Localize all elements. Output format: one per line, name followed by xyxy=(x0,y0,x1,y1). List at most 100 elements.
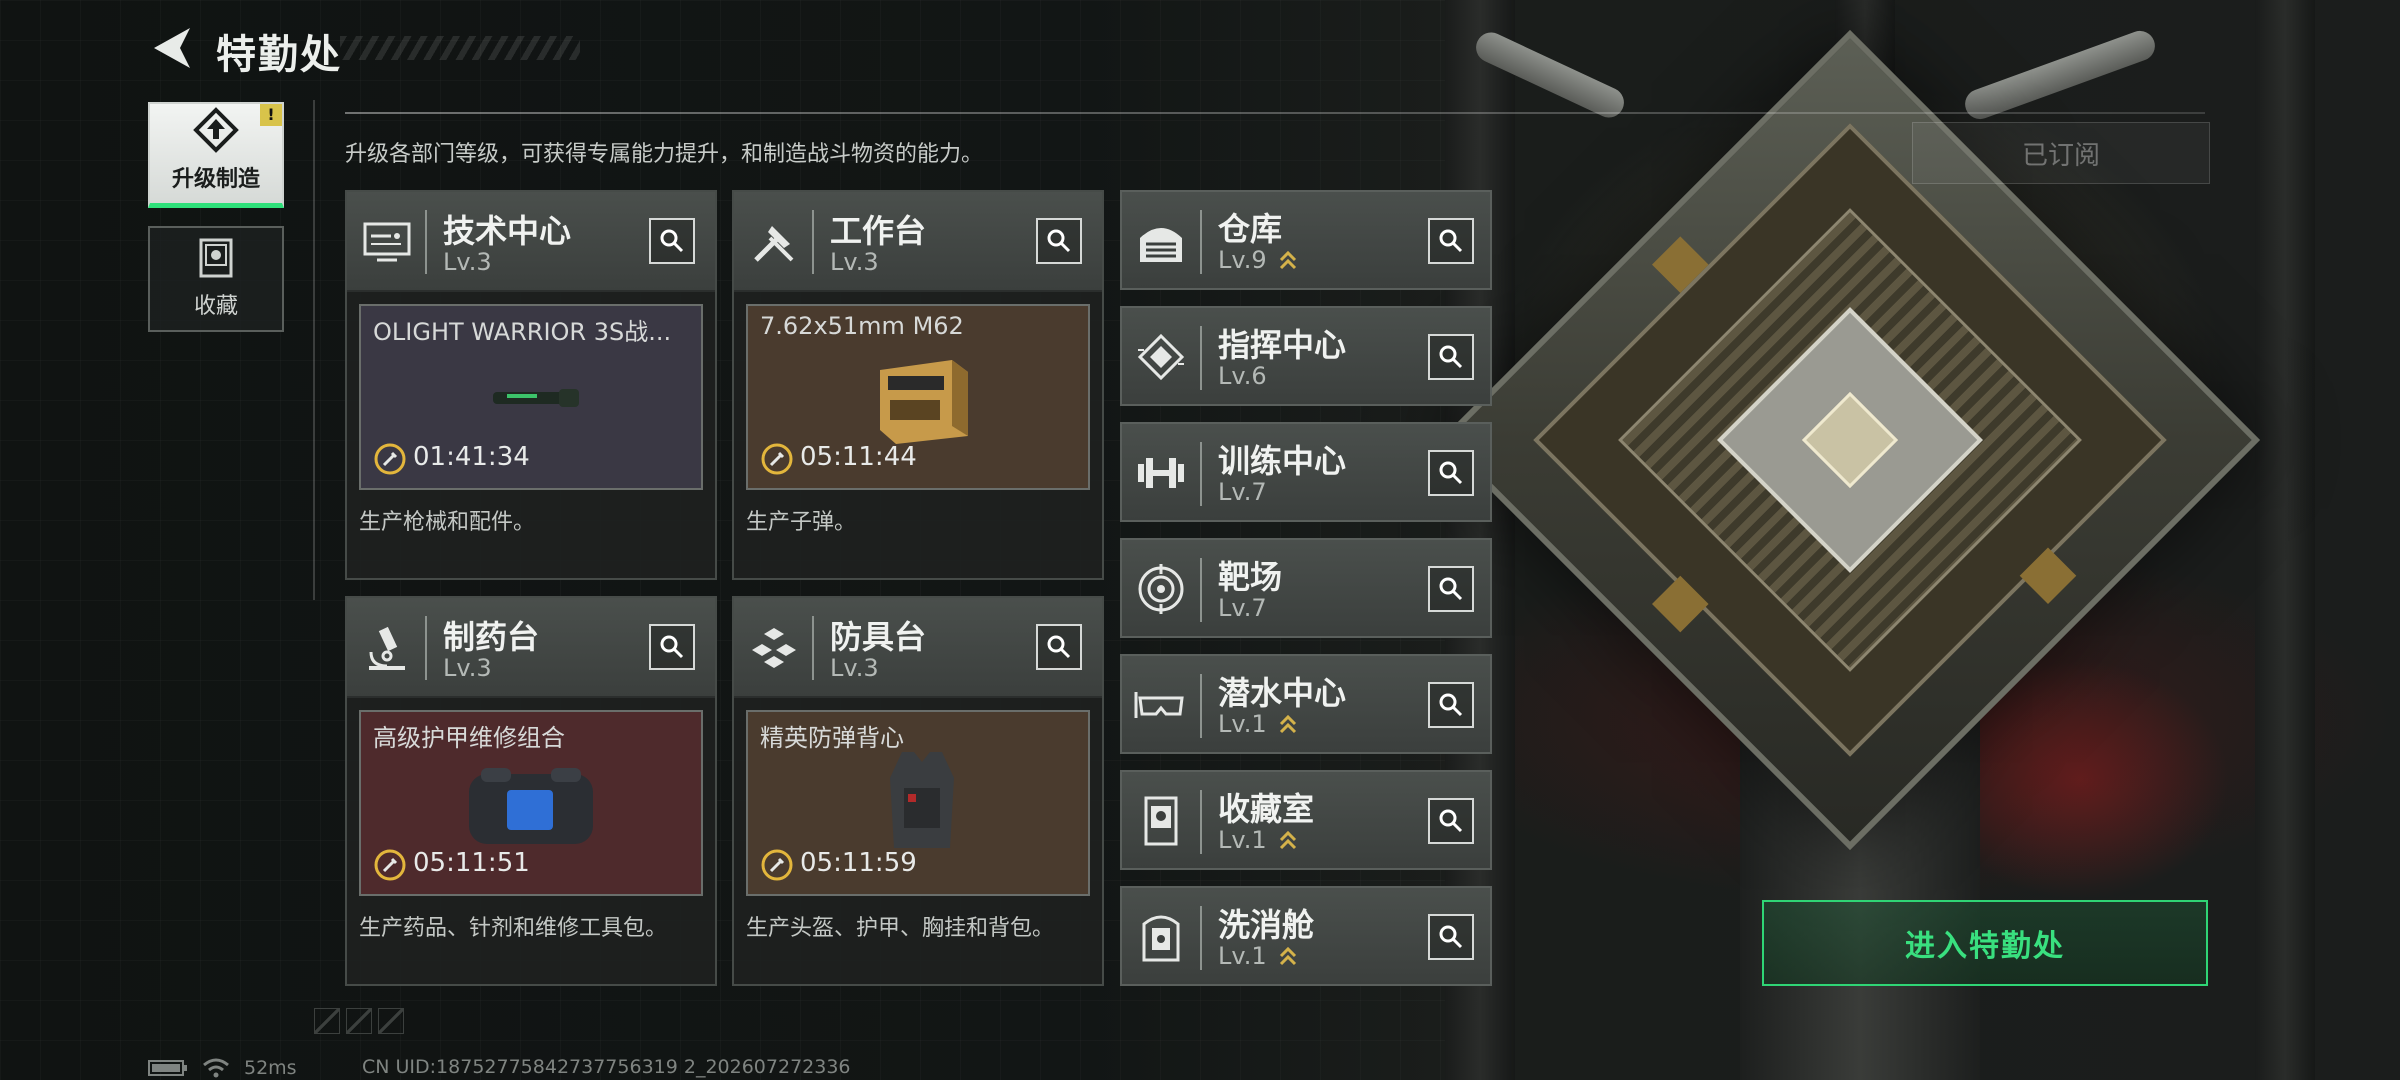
diving-mask-icon xyxy=(1134,692,1184,718)
inspect-button[interactable] xyxy=(1428,682,1474,728)
production-slot[interactable]: 高级护甲维修组合 05:11:51 xyxy=(359,710,703,896)
dept-level: Lv.6 xyxy=(1218,362,1267,390)
dept-name: 工作台 xyxy=(830,212,927,250)
tools-icon xyxy=(754,226,794,262)
ping-value: 52ms xyxy=(244,1057,297,1079)
upgrade-icon xyxy=(193,107,239,153)
nav-label: 收藏 xyxy=(193,294,238,319)
dept-card-command-center[interactable]: 指挥中心 Lv.6 xyxy=(1120,306,1492,406)
divider xyxy=(345,112,2205,114)
subscribe-button[interactable]: 已订阅 xyxy=(1912,122,2210,184)
dept-description: 生产枪械和配件。 xyxy=(359,510,536,535)
page-title: 特勤处 xyxy=(216,32,342,78)
flashlight-item-image xyxy=(493,389,579,407)
search-icon xyxy=(1439,693,1463,717)
dept-description: 生产头盔、护甲、胸挂和背包。 xyxy=(746,916,1055,941)
inspect-button[interactable] xyxy=(1428,914,1474,960)
item-name: 7.62x51mm M62 xyxy=(760,312,964,340)
battery-icon xyxy=(148,1060,187,1076)
crafting-timer-icon xyxy=(761,443,793,475)
dept-card-armor-bench: 防具台 Lv.3 精英防弹背心 05:11:59 生产头盔、护甲、胸挂和背包。 xyxy=(732,596,1104,986)
dept-card-collection-room[interactable]: 收藏室 Lv.1 xyxy=(1120,770,1492,870)
dept-card-shooting-range[interactable]: 靶场 Lv.7 xyxy=(1120,538,1492,638)
dumbbell-icon xyxy=(1138,458,1184,488)
production-slot[interactable]: 精英防弹背心 05:11:59 xyxy=(746,710,1090,896)
dept-level: Lv.7 xyxy=(1218,478,1267,506)
search-icon xyxy=(660,635,684,659)
dept-description: 生产子弹。 xyxy=(746,510,857,535)
dept-level: Lv.1 xyxy=(1218,826,1267,854)
nav-tab-upgrade[interactable]: ! 升级制造 xyxy=(148,102,284,208)
crafting-timer-icon xyxy=(374,443,406,475)
search-icon xyxy=(660,229,684,253)
inspect-button[interactable] xyxy=(1428,334,1474,380)
back-arrow-icon[interactable] xyxy=(150,24,194,72)
dept-name: 潜水中心 xyxy=(1218,674,1347,712)
dept-card-diving-center[interactable]: 潜水中心 Lv.1 xyxy=(1120,654,1492,754)
dept-name: 技术中心 xyxy=(443,212,572,250)
search-icon xyxy=(1439,577,1463,601)
inspect-button[interactable] xyxy=(1428,218,1474,264)
dept-card-training-center[interactable]: 训练中心 Lv.7 xyxy=(1120,422,1492,522)
command-chip-icon xyxy=(1137,333,1185,381)
dept-card-decontamination[interactable]: 洗消舱 Lv.1 xyxy=(1120,886,1492,986)
warehouse-icon xyxy=(1140,228,1182,262)
dept-name: 训练中心 xyxy=(1218,442,1347,480)
crafting-timer: 05:11:51 xyxy=(413,848,530,878)
inspect-button[interactable] xyxy=(1036,218,1082,264)
status-bar: 52ms xyxy=(148,1056,297,1080)
search-icon xyxy=(1439,345,1463,369)
dept-name: 洗消舱 xyxy=(1218,906,1315,944)
dept-name: 指挥中心 xyxy=(1218,326,1347,364)
dept-card-tech-center: 技术中心 Lv.3 OLIGHT WARRIOR 3S战... 01:41:34… xyxy=(345,190,717,580)
inspect-button[interactable] xyxy=(649,624,695,670)
upgrade-available-icon xyxy=(1279,714,1297,734)
armor-blocks-icon xyxy=(752,628,796,668)
search-icon xyxy=(1047,635,1071,659)
search-icon xyxy=(1439,809,1463,833)
decontamination-icon xyxy=(1142,915,1180,962)
crafting-timer: 01:41:34 xyxy=(413,442,530,472)
dept-name: 收藏室 xyxy=(1218,790,1315,828)
dept-level: Lv.9 xyxy=(1218,246,1267,274)
item-name: 高级护甲维修组合 xyxy=(373,724,565,752)
inspect-button[interactable] xyxy=(649,218,695,264)
crafting-timer: 05:11:44 xyxy=(800,442,917,472)
dept-level: Lv.3 xyxy=(830,248,879,276)
divider xyxy=(313,100,315,600)
body-armor-vest-item-image xyxy=(890,752,954,848)
crafting-timer-icon xyxy=(761,849,793,881)
alert-badge: ! xyxy=(260,104,282,126)
search-icon xyxy=(1439,229,1463,253)
dept-level: Lv.3 xyxy=(830,654,879,682)
dept-description: 生产药品、针剂和维修工具包。 xyxy=(359,916,668,941)
production-slot[interactable]: 7.62x51mm M62 05:11:44 xyxy=(746,304,1090,490)
nav-label: 升级制造 xyxy=(171,167,260,192)
inspect-button[interactable] xyxy=(1428,450,1474,496)
enter-special-ops-button[interactable]: 进入特勤处 xyxy=(1762,900,2208,986)
production-slot[interactable]: OLIGHT WARRIOR 3S战... 01:41:34 xyxy=(359,304,703,490)
upgrade-available-icon xyxy=(1279,946,1297,966)
dept-level: Lv.1 xyxy=(1218,942,1267,970)
upgrade-available-icon xyxy=(1279,830,1297,850)
monitor-icon xyxy=(363,222,411,262)
crafting-timer-icon xyxy=(374,849,406,881)
dept-card-warehouse[interactable]: 仓库 Lv.9 xyxy=(1120,190,1492,290)
footer-decoration xyxy=(314,1008,404,1034)
title-decoration xyxy=(340,36,580,60)
inspect-button[interactable] xyxy=(1036,624,1082,670)
inspect-button[interactable] xyxy=(1428,798,1474,844)
nav-tab-collection[interactable]: 收藏 xyxy=(148,226,284,332)
item-name: 精英防弹背心 xyxy=(760,724,904,752)
display-case-icon xyxy=(1144,796,1178,846)
crafting-timer: 05:11:59 xyxy=(800,848,917,878)
search-icon xyxy=(1047,229,1071,253)
dept-level: Lv.1 xyxy=(1218,710,1267,738)
user-uid: CN UID:18752775842737756319 2_2026072723… xyxy=(362,1056,851,1078)
dept-name: 防具台 xyxy=(830,618,927,656)
repair-kit-bag-item-image xyxy=(469,768,593,844)
wifi-icon xyxy=(203,1058,229,1078)
upgrade-available-icon xyxy=(1279,250,1297,270)
inspect-button[interactable] xyxy=(1428,566,1474,612)
dept-card-workbench: 工作台 Lv.3 7.62x51mm M62 05:11:44 生产子弹。 xyxy=(732,190,1104,580)
